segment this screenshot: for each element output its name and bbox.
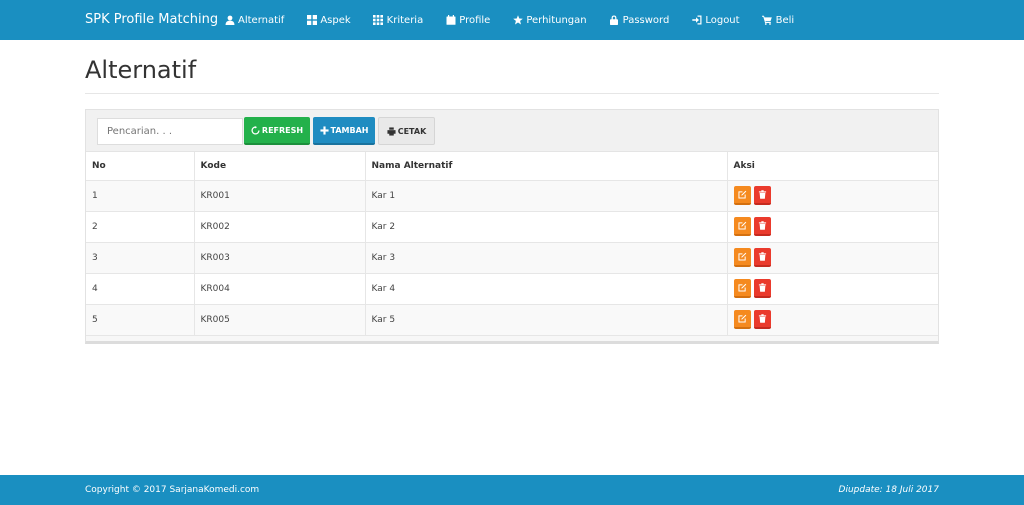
brand-title[interactable]: SPK Profile Matching [85, 0, 218, 40]
footer-copyright: Copyright © 2017 SarjanaKomedi.com [85, 485, 260, 495]
search-input[interactable] [97, 118, 243, 145]
footer-updated: Diupdate: 18 Juli 2017 [838, 485, 939, 495]
cell-kode: KR002 [194, 211, 366, 243]
footer: Copyright © 2017 SarjanaKomedi.com Diupd… [0, 475, 1024, 505]
nav-item-beli[interactable]: Beli [762, 0, 795, 40]
header-kode[interactable]: Kode [194, 152, 366, 181]
add-button[interactable]: TAMBAH [313, 117, 375, 145]
header-nama[interactable]: Nama Alternatif [365, 152, 728, 181]
toolbar: REFRESH TAMBAH CETAK [86, 110, 938, 152]
cell-kode: KR004 [194, 273, 366, 305]
nav-item-perhitungan[interactable]: Perhitungan [512, 0, 587, 40]
edit-button[interactable] [733, 248, 751, 267]
print-icon [387, 126, 396, 136]
cell-aksi [727, 180, 938, 212]
cell-no: 5 [86, 304, 195, 336]
cell-no: 1 [86, 180, 195, 212]
cell-kode: KR003 [194, 242, 366, 274]
lock-icon [609, 15, 620, 26]
nav-item-profile[interactable]: Profile [445, 0, 490, 40]
cell-aksi [727, 304, 938, 336]
add-label: TAMBAH [330, 125, 369, 135]
table-row: 4 KR004 Kar 4 [86, 273, 938, 305]
table-header-row: No Kode Nama Alternatif Aksi [86, 152, 938, 181]
edit-icon [737, 252, 746, 261]
cell-nama: Kar 2 [365, 211, 728, 243]
edit-button[interactable] [733, 279, 751, 298]
delete-button[interactable] [754, 217, 772, 236]
header-aksi: Aksi [727, 152, 938, 181]
nav-item-label: Perhitungan [526, 14, 587, 26]
edit-icon [737, 221, 746, 230]
nav-item-label: Aspek [320, 14, 351, 26]
nav-menu: Alternatif Aspek Kriteria Profile Perhit… [224, 0, 816, 40]
cell-kode: KR005 [194, 304, 366, 336]
alternatif-panel: REFRESH TAMBAH CETAK No Kode Nama Altern… [85, 109, 939, 344]
logout-icon [691, 15, 702, 26]
delete-button[interactable] [754, 248, 772, 267]
grid-large-icon [306, 15, 317, 26]
nav-item-aspek[interactable]: Aspek [306, 0, 351, 40]
cell-kode: KR001 [194, 180, 366, 212]
refresh-button[interactable]: REFRESH [244, 117, 310, 145]
delete-button[interactable] [754, 310, 772, 329]
edit-button[interactable] [733, 217, 751, 236]
edit-button[interactable] [733, 310, 751, 329]
header-no[interactable]: No [86, 152, 195, 181]
edit-icon [737, 190, 746, 199]
calendar-icon [445, 15, 456, 26]
star-icon [512, 15, 523, 26]
trash-icon [759, 221, 767, 230]
edit-button[interactable] [733, 186, 751, 205]
cell-aksi [727, 273, 938, 305]
title-divider [85, 93, 939, 94]
cell-aksi [727, 211, 938, 243]
print-label: CETAK [397, 126, 427, 136]
table-row: 3 KR003 Kar 3 [86, 242, 938, 274]
trash-icon [759, 252, 767, 261]
grid-small-icon [373, 15, 384, 26]
table-row: 2 KR002 Kar 2 [86, 211, 938, 243]
nav-item-kriteria[interactable]: Kriteria [373, 0, 424, 40]
edit-icon [737, 314, 746, 323]
cell-no: 4 [86, 273, 195, 305]
delete-button[interactable] [754, 186, 772, 205]
cell-nama: Kar 1 [365, 180, 728, 212]
cell-aksi [727, 242, 938, 274]
refresh-label: REFRESH [261, 125, 304, 135]
nav-item-label: Beli [775, 14, 795, 26]
table-row: 5 KR005 Kar 5 [86, 304, 938, 336]
nav-item-label: Alternatif [238, 14, 285, 26]
cell-nama: Kar 5 [365, 304, 728, 336]
print-button[interactable]: CETAK [378, 117, 435, 145]
nav-item-label: Profile [459, 14, 491, 26]
cell-nama: Kar 3 [365, 242, 728, 274]
refresh-icon [251, 125, 260, 135]
cell-no: 2 [86, 211, 195, 243]
cell-nama: Kar 4 [365, 273, 728, 305]
cell-no: 3 [86, 242, 195, 274]
plus-icon [319, 125, 329, 135]
nav-item-label: Password [622, 14, 670, 26]
nav-item-logout[interactable]: Logout [691, 0, 740, 40]
trash-icon [759, 283, 767, 292]
table-row: 1 KR001 Kar 1 [86, 180, 938, 212]
nav-item-label: Kriteria [386, 14, 424, 26]
cart-icon [762, 15, 773, 26]
nav-item-label: Logout [705, 14, 740, 26]
trash-icon [759, 190, 767, 199]
user-icon [224, 15, 235, 26]
alternatif-table: No Kode Nama Alternatif Aksi 1 KR001 Kar… [86, 152, 938, 336]
navbar: SPK Profile Matching Alternatif Aspek Kr… [0, 0, 1024, 40]
page-title: Alternatif [85, 56, 197, 84]
delete-button[interactable] [754, 279, 772, 298]
nav-item-alternatif[interactable]: Alternatif [224, 0, 284, 40]
edit-icon [737, 283, 746, 292]
trash-icon [759, 314, 767, 323]
nav-item-password[interactable]: Password [609, 0, 670, 40]
